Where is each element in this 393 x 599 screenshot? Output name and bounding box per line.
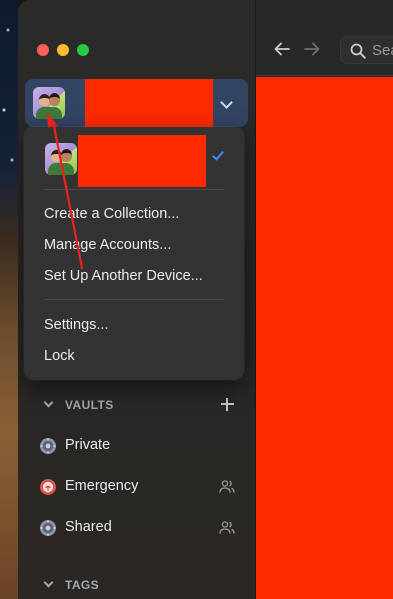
forward-arrow-icon[interactable] (304, 42, 320, 56)
close-window-button[interactable] (37, 44, 49, 56)
vault-item-emergency[interactable]: Emergency (18, 471, 256, 503)
redacted-content-area (256, 77, 393, 599)
maximize-window-button[interactable] (77, 44, 89, 56)
search-placeholder: Search (372, 42, 393, 59)
emergency-vault-icon (40, 479, 56, 495)
avatar-icon (45, 143, 77, 175)
menu-item-manage-accounts[interactable]: Manage Accounts... (44, 237, 171, 253)
app-window: VAULTS Private Emergency Shared TAGS Cre… (18, 0, 393, 599)
vault-label: Private (65, 437, 111, 453)
menu-item-lock[interactable]: Lock (44, 348, 75, 364)
account-menu: Create a Collection... Manage Accounts..… (24, 127, 244, 380)
back-arrow-icon[interactable] (274, 42, 290, 56)
vault-label: Emergency (65, 478, 139, 494)
vault-item-shared[interactable]: Shared (18, 512, 256, 544)
vault-item-private[interactable]: Private (18, 430, 256, 462)
tags-section-header[interactable]: TAGS (65, 578, 99, 592)
collapse-chevron-icon[interactable] (43, 577, 54, 588)
search-input[interactable]: Search (340, 36, 393, 64)
shared-people-icon (219, 521, 235, 534)
menu-divider (44, 299, 224, 300)
minimize-window-button[interactable] (57, 44, 69, 56)
shared-people-icon (219, 480, 235, 493)
chevron-down-icon[interactable] (220, 96, 233, 109)
search-icon (350, 43, 366, 59)
vaults-section-header[interactable]: VAULTS (65, 398, 114, 412)
vault-label: Shared (65, 519, 112, 535)
add-vault-plus-icon[interactable] (221, 398, 234, 411)
main-toolbar: Search (256, 0, 393, 76)
desktop-wallpaper (0, 0, 18, 599)
menu-item-settings[interactable]: Settings... (44, 317, 108, 333)
collapse-chevron-icon[interactable] (43, 397, 54, 408)
vault-icon (40, 438, 56, 454)
menu-divider (44, 189, 224, 190)
sidebar: VAULTS Private Emergency Shared TAGS Cre… (18, 0, 256, 599)
vault-icon (40, 520, 56, 536)
redacted-account-name (85, 79, 213, 127)
menu-item-set-up-device[interactable]: Set Up Another Device... (44, 268, 203, 284)
checkmark-icon (212, 148, 224, 161)
menu-item-create-collection[interactable]: Create a Collection... (44, 206, 179, 222)
account-switcher-button[interactable] (25, 79, 248, 127)
avatar-icon (33, 87, 65, 119)
redacted-account-name (78, 135, 206, 187)
